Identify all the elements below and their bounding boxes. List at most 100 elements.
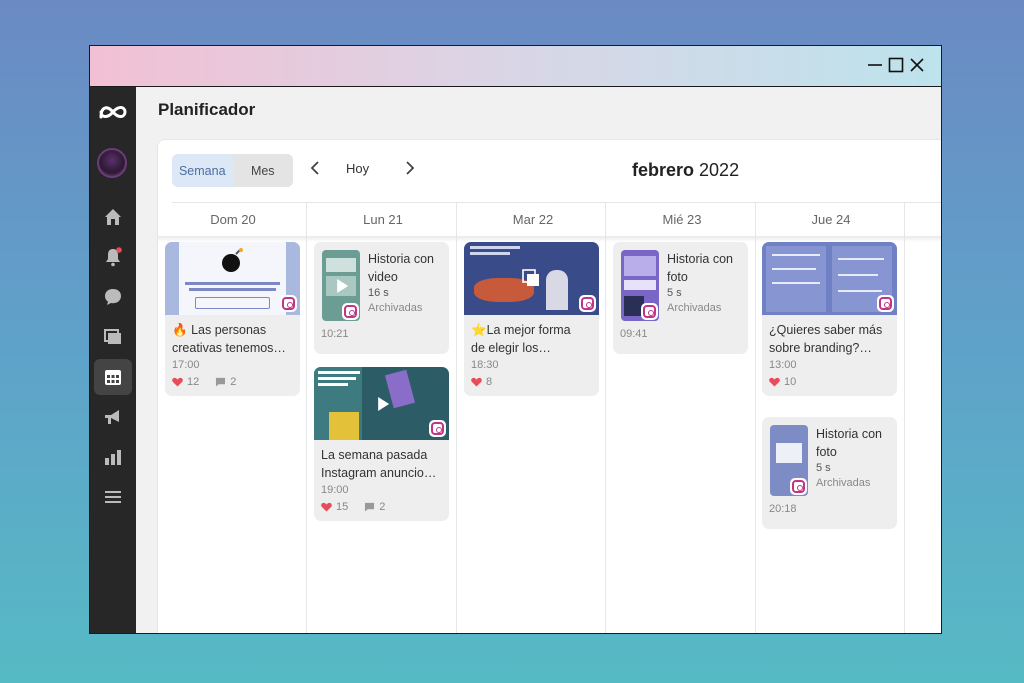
- heart-icon: [471, 377, 482, 387]
- post-time: 19:00: [321, 484, 349, 496]
- story-duration: 5 s: [667, 287, 682, 299]
- heart-icon: [321, 502, 332, 512]
- comments-count: 2: [230, 376, 237, 388]
- story-title-line-2: foto: [667, 270, 688, 284]
- maximize-icon[interactable]: [887, 56, 905, 74]
- story-thumbnail: [770, 425, 808, 496]
- view-week-button[interactable]: Semana: [172, 154, 233, 187]
- likes-count: 10: [784, 376, 797, 388]
- instagram-icon: [790, 478, 807, 495]
- post-card[interactable]: ¿Quieres saber más sobre branding?… 13:00…: [762, 242, 897, 396]
- post-stats: 8: [464, 371, 599, 396]
- post-card[interactable]: La semana pasada Instagram anuncio… 19:00…: [314, 367, 449, 521]
- messages-icon[interactable]: [94, 279, 132, 315]
- notifications-bell-icon[interactable]: [94, 239, 132, 275]
- story-card[interactable]: Historia con foto 5 s Archivadas 09:41: [613, 242, 748, 354]
- post-time: 09:41: [620, 328, 648, 340]
- today-button[interactable]: Hoy: [346, 161, 369, 176]
- menu-icon[interactable]: [94, 479, 132, 515]
- view-month-button[interactable]: Mes: [233, 154, 294, 187]
- post-stats: 15 2: [314, 496, 449, 521]
- story-body: Historia con foto 5 s Archivadas: [613, 242, 748, 321]
- story-duration: 16 s: [368, 287, 389, 299]
- post-time: 10:21: [321, 328, 349, 340]
- avatar[interactable]: [97, 148, 127, 178]
- carousel-icon: [522, 269, 539, 286]
- column-divider: [605, 202, 606, 633]
- minimize-icon[interactable]: [866, 56, 884, 74]
- calendar-planner-icon[interactable]: [94, 359, 132, 395]
- story-title-line-1: Historia con: [816, 427, 882, 441]
- content-icon[interactable]: [94, 319, 132, 355]
- post-time: 18:30: [471, 359, 499, 371]
- play-icon: [377, 396, 389, 411]
- post-card[interactable]: ⭐La mejor forma de elegir los… 18:30 8: [464, 242, 599, 396]
- sidebar: [90, 87, 136, 633]
- chevron-right-icon[interactable]: [403, 160, 417, 176]
- story-card[interactable]: Historia con video 16 s Archivadas 10:21: [314, 242, 449, 354]
- post-thumbnail: [762, 242, 897, 315]
- caption-line-1: Las personas: [191, 323, 267, 337]
- app-window: Planificador Semana Mes Hoy febrero 2022…: [89, 45, 942, 634]
- page-title: Planificador: [158, 100, 256, 119]
- comments-count: 2: [379, 501, 386, 513]
- day-header-sun: Dom 20: [210, 212, 256, 227]
- post-stats: 12 2: [165, 371, 300, 396]
- story-title-line-1: Historia con: [368, 252, 434, 266]
- caption-line-1: La semana pasada: [321, 448, 428, 462]
- day-header-wed: Mié 23: [662, 212, 702, 227]
- comment-icon: [365, 502, 375, 512]
- month-name: febrero: [632, 160, 695, 180]
- instagram-icon: [342, 303, 359, 320]
- month-year: 2022: [699, 160, 740, 180]
- meta-logo-icon[interactable]: [94, 94, 132, 130]
- caption-line-1: La mejor forma: [486, 323, 571, 337]
- insights-chart-icon[interactable]: [94, 439, 132, 475]
- emoji-fire: 🔥: [172, 323, 188, 337]
- story-card[interactable]: Historia con foto 5 s Archivadas 20:18: [762, 417, 897, 529]
- month-title: febrero 2022: [632, 160, 739, 181]
- emoji-star: ⭐: [471, 323, 487, 337]
- story-title: Historia con video: [368, 250, 434, 286]
- story-title-line-1: Historia con: [667, 252, 733, 266]
- instagram-icon: [641, 303, 658, 320]
- instagram-icon: [877, 295, 894, 312]
- instagram-icon: [429, 420, 446, 437]
- story-status: Archivadas: [368, 302, 423, 314]
- likes-count: 8: [486, 376, 493, 388]
- post-thumbnail: [165, 242, 300, 315]
- instagram-icon: [280, 295, 297, 312]
- home-icon[interactable]: [94, 199, 132, 235]
- story-title: Historia con foto: [816, 425, 882, 461]
- instagram-icon: [579, 295, 596, 312]
- close-icon[interactable]: [908, 56, 926, 74]
- likes-count: 15: [336, 501, 349, 513]
- column-divider: [904, 202, 905, 633]
- caption-line-2: de elegir los…: [471, 341, 551, 355]
- title-bar: [90, 46, 941, 87]
- likes-count: 12: [187, 376, 200, 388]
- story-body: Historia con foto 5 s Archivadas: [762, 417, 897, 496]
- heart-icon: [172, 377, 183, 387]
- post-card[interactable]: 🔥 Las personas creativas tenemos… 17:00 1…: [165, 242, 300, 396]
- caption-line-2: Instagram anuncio…: [321, 466, 437, 480]
- heart-icon: [769, 377, 780, 387]
- ads-megaphone-icon[interactable]: [94, 399, 132, 435]
- column-divider: [456, 202, 457, 633]
- story-duration: 5 s: [816, 462, 831, 474]
- post-caption: La semana pasada Instagram anuncio…: [314, 440, 449, 482]
- column-divider: [306, 202, 307, 633]
- day-header-tue: Mar 22: [512, 212, 554, 227]
- calendar-panel: Semana Mes Hoy febrero 2022 Dom 20 Lun 2…: [157, 139, 941, 633]
- play-icon: [337, 278, 349, 293]
- post-time: 13:00: [769, 359, 797, 371]
- post-time: 20:18: [769, 503, 797, 515]
- story-title-line-2: video: [368, 270, 398, 284]
- caption-line-2: creativas tenemos…: [172, 341, 286, 355]
- post-thumbnail: [464, 242, 599, 315]
- caption-line-2: sobre branding?…: [769, 341, 872, 355]
- chevron-left-icon[interactable]: [308, 160, 322, 176]
- caption-line-1: ¿Quieres saber más: [769, 323, 883, 337]
- main-content: Planificador Semana Mes Hoy febrero 2022…: [136, 87, 941, 633]
- post-caption: ⭐La mejor forma de elegir los…: [464, 315, 599, 357]
